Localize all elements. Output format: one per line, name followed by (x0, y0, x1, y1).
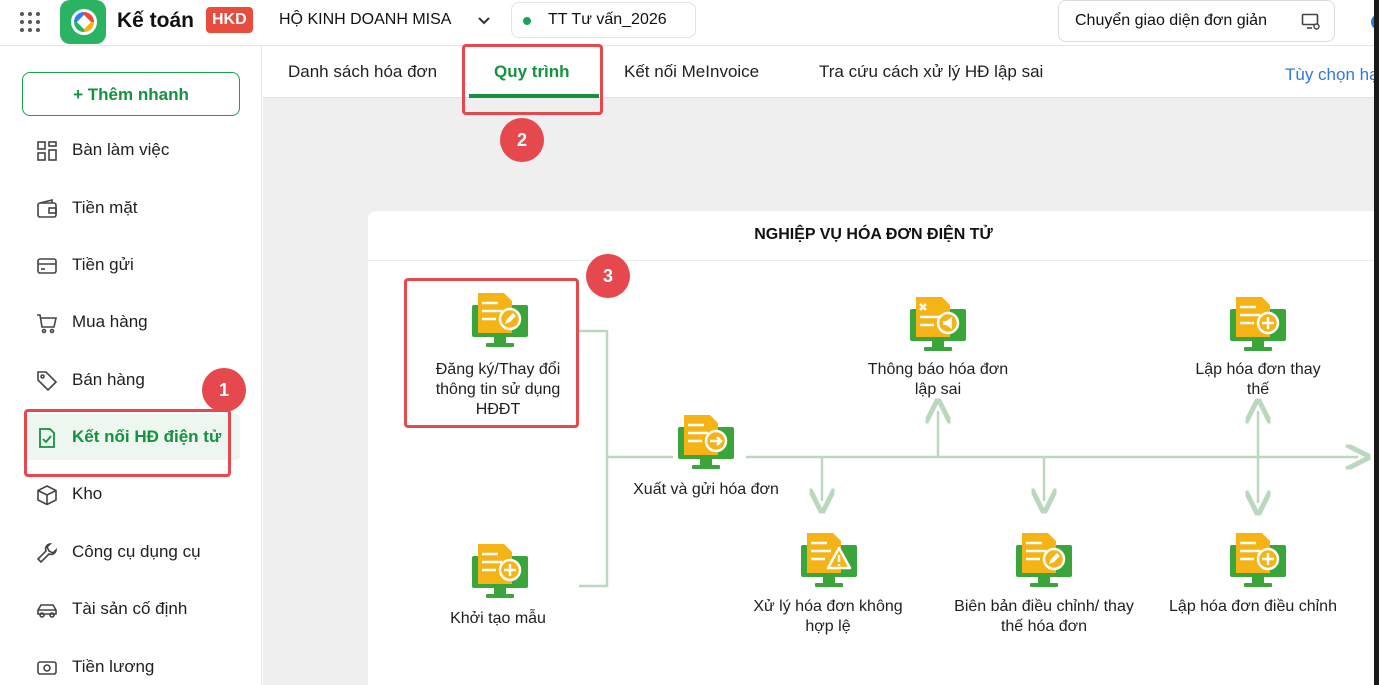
notify-announce-icon[interactable] (908, 295, 968, 353)
hkd-badge: HKD (206, 7, 253, 33)
sidebar-item-label: Bán hàng (72, 370, 145, 389)
sidebar: + Thêm nhanh Bàn làm việc Tiền mặt Tiền … (0, 46, 262, 685)
template-add-icon[interactable] (470, 542, 530, 600)
replace-add-icon[interactable] (1228, 295, 1288, 353)
node-invalid-label[interactable]: Xử lý hóa đơn không hợp lệ (753, 597, 903, 637)
quick-add-button[interactable]: + Thêm nhanh (22, 72, 240, 116)
sidebar-item-purchase[interactable]: Mua hàng (26, 299, 240, 345)
sidebar-item-label: Bàn làm việc (72, 140, 170, 159)
quick-add-label: + Thêm nhanh (73, 85, 189, 104)
simple-interface-label: Chuyển giao diện đơn giản (1075, 12, 1267, 29)
card-icon (37, 258, 57, 274)
issue-send-icon[interactable] (676, 413, 736, 471)
sidebar-item-salary[interactable]: Tiền lương (26, 644, 240, 685)
tab-invoice-list[interactable]: Danh sách hóa đơn (288, 62, 437, 82)
app-name: Kế toán (117, 9, 195, 32)
monitor-settings-icon (1301, 13, 1320, 30)
minutes-edit-icon[interactable] (1014, 531, 1074, 589)
sidebar-item-label: Tài sản cố định (72, 599, 188, 618)
window-edge (1374, 0, 1379, 685)
node-adjust-label[interactable]: Lập hóa đơn điều chỉnh (1153, 597, 1353, 617)
money-icon (37, 661, 57, 675)
app-logo[interactable] (60, 0, 106, 44)
node-init-template-label[interactable]: Khởi tạo mẫu (433, 609, 563, 629)
unit-label: TT Tư vấn_2026 (548, 11, 667, 28)
car-icon (37, 604, 57, 618)
logo-icon (71, 9, 97, 35)
highlight-sidebar-einvoice (24, 409, 231, 477)
sidebar-item-label: Tiền mặt (72, 198, 138, 217)
sidebar-item-fixed-assets[interactable]: Tài sản cố định (26, 586, 240, 632)
node-replace-label[interactable]: Lập hóa đơn thay thế (1193, 360, 1323, 400)
customize-link[interactable]: Tùy chọn hạ (1285, 65, 1379, 85)
tab-error-lookup[interactable]: Tra cứu cách xử lý HĐ lập sai (819, 62, 1043, 82)
highlight-register-node (404, 278, 579, 428)
step-badge-2: 2 (500, 118, 544, 162)
invalid-warning-icon[interactable] (799, 531, 859, 589)
adjust-add-icon[interactable] (1228, 531, 1288, 589)
step-badge-3: 3 (586, 254, 630, 298)
highlight-tab-process (462, 44, 603, 115)
top-bar: Kế toán HKD HỘ KINH DOANH MISA TT Tư vấn… (0, 0, 1379, 46)
status-dot-icon (523, 17, 531, 25)
cart-icon (37, 314, 57, 334)
step-badge-1: 1 (202, 368, 246, 412)
node-minutes-label[interactable]: Biên bản điều chỉnh/ thay thế hóa đơn (949, 597, 1139, 637)
wallet-icon (37, 198, 57, 218)
sidebar-item-label: Mua hàng (72, 312, 148, 331)
tab-bar: Danh sách hóa đơn Quy trình Kết nối MeIn… (263, 46, 1379, 98)
tag-icon (37, 371, 58, 392)
sidebar-item-tools[interactable]: Công cụ dụng cụ (26, 529, 240, 575)
sidebar-item-warehouse[interactable]: Kho (26, 471, 240, 517)
sidebar-item-dashboard[interactable]: Bàn làm việc (26, 127, 240, 173)
sidebar-item-deposit[interactable]: Tiền gửi (26, 242, 240, 288)
sidebar-item-cash[interactable]: Tiền mặt (26, 185, 240, 231)
tab-meinvoice-connect[interactable]: Kết nối MeInvoice (624, 62, 759, 82)
simple-interface-button[interactable]: Chuyển giao diện đơn giản (1058, 0, 1335, 42)
dashboard-icon (37, 141, 57, 161)
sidebar-item-label: Tiền lương (72, 657, 155, 676)
node-issue-label[interactable]: Xuất và gửi hóa đơn (611, 480, 801, 500)
unit-selector[interactable]: TT Tư vấn_2026 (511, 2, 696, 38)
node-notify-wrong-label[interactable]: Thông báo hóa đơn lập sai (863, 360, 1013, 400)
wrench-icon (36, 542, 58, 564)
box-icon (37, 485, 57, 506)
sidebar-item-label: Công cụ dụng cụ (72, 542, 201, 561)
company-selector-label[interactable]: HỘ KINH DOANH MISA (279, 11, 451, 29)
sidebar-item-label: Kho (72, 484, 103, 503)
sidebar-item-label: Tiền gửi (72, 255, 134, 274)
app-grid-icon[interactable] (18, 10, 42, 34)
chevron-down-icon[interactable] (476, 12, 492, 28)
